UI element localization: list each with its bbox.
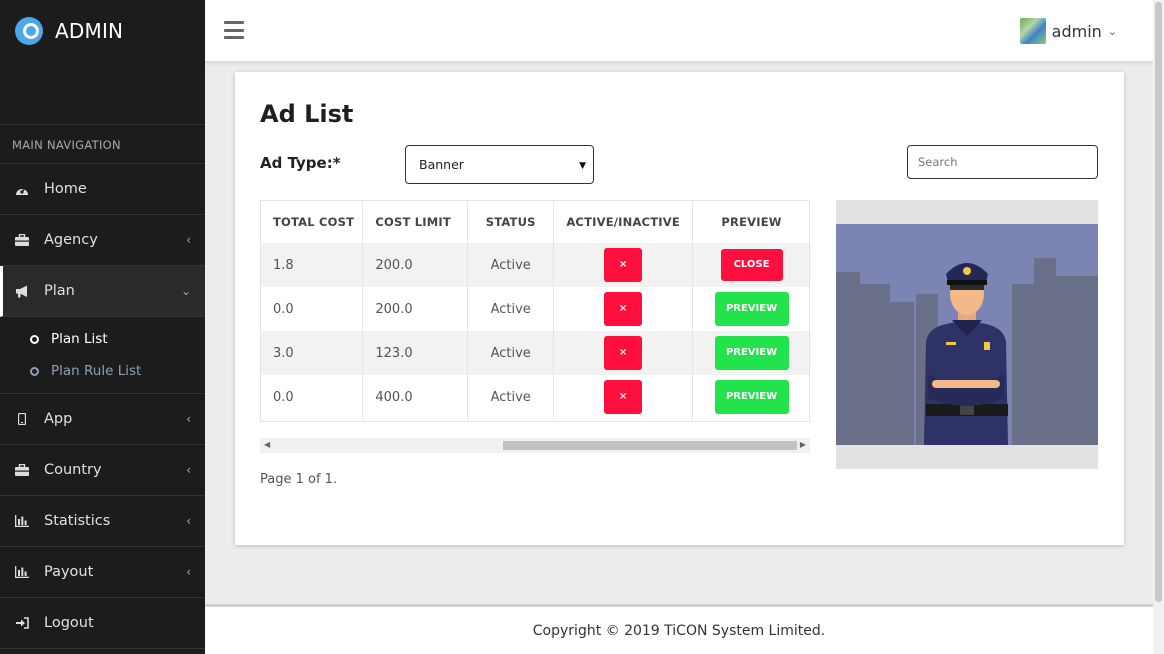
username: admin: [1051, 21, 1102, 41]
deactivate-button[interactable]: ×: [604, 380, 643, 414]
cell-total-cost: 0.0: [261, 375, 364, 419]
circle-icon: [30, 366, 39, 376]
footer: Copyright © 2019 TiCON System Limited.: [205, 604, 1153, 654]
bar-chart-icon: [14, 565, 30, 579]
chevron-left-icon: ‹: [186, 514, 191, 528]
table-header-row: TOTAL COST COST LIMIT STATUS ACTIVE/INAC…: [261, 201, 809, 243]
bullhorn-icon: [14, 284, 30, 298]
table-row: 0.0 200.0 Active × PREVIEW: [261, 287, 809, 331]
briefcase-icon: [14, 233, 30, 247]
table-row: 3.0 123.0 Active × PREVIEW: [261, 331, 809, 375]
chevron-left-icon: ‹: [186, 565, 191, 579]
submenu-item-label: Plan List: [51, 331, 108, 347]
scroll-left-icon[interactable]: ◀: [264, 440, 270, 449]
sidebar-item-label: App: [44, 411, 73, 427]
ad-preview-image: [836, 224, 1098, 445]
menu-toggle-icon[interactable]: [224, 21, 244, 39]
scrollbar-thumb[interactable]: [503, 441, 797, 450]
briefcase-icon: [14, 463, 30, 477]
table-horizontal-scrollbar[interactable]: ◀ ▶: [260, 438, 810, 453]
sidebar-nav: Home Agency ‹ Plan ⌄ Plan List Plan Rule…: [0, 164, 205, 649]
column-header-total-cost[interactable]: TOTAL COST: [261, 201, 364, 243]
plan-submenu: Plan List Plan Rule List: [0, 317, 205, 394]
cell-cost-limit: 200.0: [362, 287, 469, 331]
sidebar-item-label: Home: [44, 181, 87, 197]
brand[interactable]: ADMIN: [0, 0, 205, 62]
user-menu[interactable]: admin ⌄: [1019, 18, 1117, 44]
ad-type-select[interactable]: Banner ▼: [405, 145, 594, 184]
ad-list-card: Ad List Ad Type:* Banner ▼ TOTAL COST CO…: [235, 72, 1124, 545]
avatar: [1019, 18, 1046, 44]
brand-name: ADMIN: [55, 19, 124, 43]
column-header-preview[interactable]: PREVIEW: [692, 201, 809, 243]
submenu-item-label: Plan Rule List: [51, 363, 142, 379]
sidebar-item-label: Agency: [44, 232, 98, 248]
page-title: Ad List: [260, 100, 354, 128]
cell-cost-limit: 123.0: [362, 331, 469, 375]
cell-status: Active: [467, 375, 555, 419]
search-input[interactable]: [907, 145, 1098, 179]
topbar: admin ⌄: [205, 0, 1153, 62]
dashboard-icon: [14, 182, 30, 196]
cell-cost-limit: 400.0: [362, 375, 469, 419]
table-row: 1.8 200.0 Active × CLOSE: [261, 243, 809, 287]
ad-type-label: Ad Type:*: [260, 154, 341, 172]
cell-status: Active: [467, 287, 555, 331]
logout-icon: [14, 616, 30, 630]
ad-preview-panel: [836, 200, 1098, 469]
sidebar-item-app[interactable]: App ‹: [0, 394, 205, 445]
submenu-item-plan-list[interactable]: Plan List: [0, 323, 205, 355]
table-row: 0.0 400.0 Active × PREVIEW: [261, 375, 809, 419]
cell-total-cost: 1.8: [261, 243, 364, 287]
chevron-down-icon: ⌄: [1107, 24, 1117, 38]
cell-status: Active: [467, 331, 555, 375]
cell-total-cost: 0.0: [261, 287, 364, 331]
ad-type-selected: Banner: [419, 157, 464, 172]
submenu-item-plan-rule-list[interactable]: Plan Rule List: [0, 355, 205, 387]
sidebar-item-label: Payout: [44, 564, 94, 580]
ad-table: TOTAL COST COST LIMIT STATUS ACTIVE/INAC…: [260, 200, 810, 422]
pagination-info: Page 1 of 1.: [260, 472, 338, 487]
sidebar-item-label: Country: [44, 462, 102, 478]
sidebar: ADMIN MAIN NAVIGATION Home Agency ‹ Plan…: [0, 0, 205, 654]
mobile-icon: [14, 412, 30, 426]
chevron-down-icon: ⌄: [180, 284, 191, 298]
close-preview-button[interactable]: CLOSE: [720, 249, 783, 281]
preview-button[interactable]: PREVIEW: [714, 336, 789, 370]
circle-icon: [30, 334, 39, 344]
chevron-left-icon: ‹: [186, 463, 191, 477]
scrollbar-thumb[interactable]: [1155, 2, 1162, 602]
cell-status: Active: [467, 243, 555, 287]
chevron-left-icon: ‹: [186, 233, 191, 247]
sidebar-item-statistics[interactable]: Statistics ‹: [0, 496, 205, 547]
preview-button[interactable]: PREVIEW: [714, 292, 789, 326]
sidebar-item-label: Logout: [44, 615, 94, 631]
sidebar-item-country[interactable]: Country ‹: [0, 445, 205, 496]
copyright-text: Copyright © 2019 TiCON System Limited.: [532, 622, 826, 639]
cell-cost-limit: 200.0: [362, 243, 469, 287]
brand-logo-icon: [15, 17, 43, 45]
scroll-right-icon[interactable]: ▶: [800, 440, 806, 449]
column-header-status[interactable]: STATUS: [467, 201, 555, 243]
preview-button[interactable]: PREVIEW: [714, 380, 789, 414]
deactivate-button[interactable]: ×: [604, 248, 643, 282]
caret-down-icon: ▼: [579, 161, 586, 171]
deactivate-button[interactable]: ×: [604, 336, 643, 370]
deactivate-button[interactable]: ×: [604, 292, 643, 326]
sidebar-item-label: Statistics: [44, 513, 111, 529]
sidebar-item-plan[interactable]: Plan ⌄: [0, 266, 205, 317]
column-header-active-inactive[interactable]: ACTIVE/INACTIVE: [553, 201, 694, 243]
sidebar-item-agency[interactable]: Agency ‹: [0, 215, 205, 266]
page-vertical-scrollbar[interactable]: [1153, 0, 1164, 654]
sidebar-item-label: Plan: [44, 283, 75, 299]
sidebar-item-logout[interactable]: Logout: [0, 598, 205, 649]
sidebar-item-home[interactable]: Home: [0, 164, 205, 215]
sidebar-item-payout[interactable]: Payout ‹: [0, 547, 205, 598]
bar-chart-icon: [14, 514, 30, 528]
chevron-left-icon: ‹: [186, 412, 191, 426]
column-header-cost-limit[interactable]: COST LIMIT: [362, 201, 469, 243]
cell-total-cost: 3.0: [261, 331, 364, 375]
nav-header: MAIN NAVIGATION: [0, 124, 205, 164]
